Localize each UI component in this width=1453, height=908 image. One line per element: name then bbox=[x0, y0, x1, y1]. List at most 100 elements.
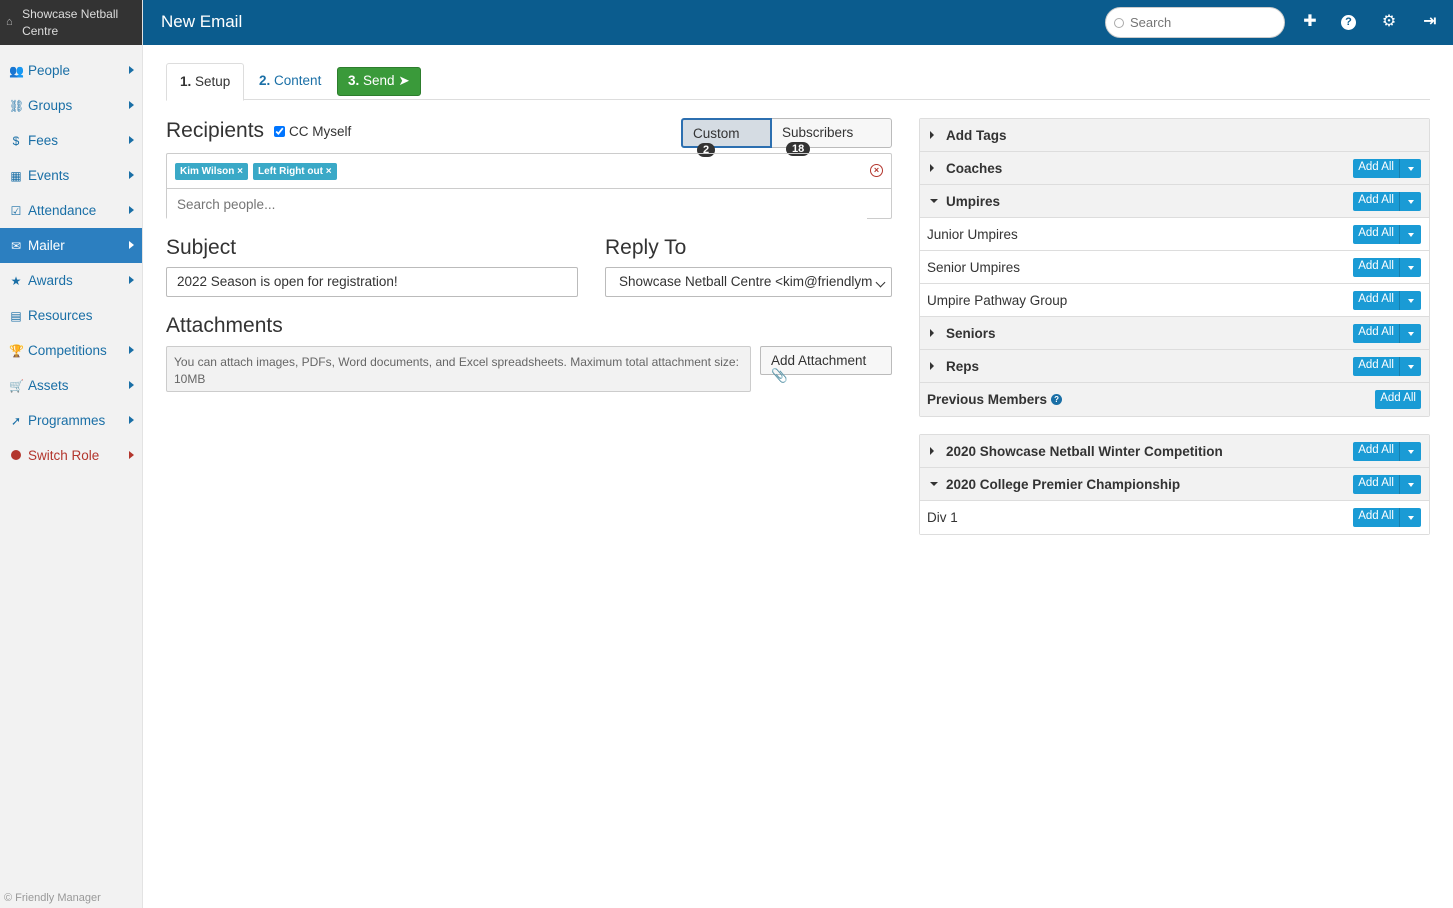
caret-right-icon bbox=[930, 164, 934, 172]
people-icon: 👥 bbox=[9, 63, 24, 78]
page-title: New Email bbox=[161, 12, 243, 31]
add-all-button[interactable]: Add All bbox=[1353, 442, 1421, 461]
attachments-heading: Attachments bbox=[166, 314, 283, 337]
film-icon: ▤ bbox=[10, 308, 22, 323]
caret-down-icon bbox=[930, 482, 938, 486]
caret-right-icon bbox=[129, 101, 134, 109]
cc-myself-checkbox[interactable] bbox=[274, 126, 285, 137]
panel-row-umpires[interactable]: Umpires Add All bbox=[920, 185, 1429, 218]
dropdown-toggle[interactable] bbox=[1399, 324, 1421, 343]
add-all-button[interactable]: Add All bbox=[1353, 291, 1421, 310]
caret-right-icon bbox=[129, 171, 134, 179]
dropdown-toggle[interactable] bbox=[1399, 192, 1421, 211]
panel-row-add-tags[interactable]: Add Tags bbox=[920, 119, 1429, 152]
caret-right-icon bbox=[129, 346, 134, 354]
clear-recipients-icon[interactable]: × bbox=[870, 164, 883, 177]
dropdown-toggle[interactable] bbox=[1399, 357, 1421, 376]
caret-right-icon bbox=[129, 241, 134, 249]
tab-setup[interactable]: 1. Setup bbox=[166, 63, 245, 101]
footer-copyright: © Friendly Manager bbox=[4, 892, 101, 904]
dropdown-toggle[interactable] bbox=[1399, 225, 1421, 244]
cc-myself[interactable]: CC Myself bbox=[274, 124, 351, 139]
caret-right-icon bbox=[129, 416, 134, 424]
sidebar-item-attendance[interactable]: ☑ Attendance bbox=[0, 193, 142, 228]
sidebar-item-mailer[interactable]: ✉ Mailer bbox=[0, 228, 142, 263]
panel-row-senior-umpires: Senior Umpires Add All bbox=[920, 251, 1429, 284]
search-input[interactable] bbox=[1130, 15, 1270, 30]
add-all-button[interactable]: Add All bbox=[1375, 390, 1421, 409]
add-all-button[interactable]: Add All bbox=[1353, 357, 1421, 376]
competitions-panel: 2020 Showcase Netball Winter Competition… bbox=[919, 434, 1430, 535]
check-square-icon: ☑ bbox=[10, 203, 22, 218]
add-all-button[interactable]: Add All bbox=[1353, 324, 1421, 343]
sidebar-item-switch-role[interactable]: Switch Role bbox=[0, 438, 142, 473]
panel-row-coaches[interactable]: Coaches Add All bbox=[920, 152, 1429, 185]
panel-row-div-1: Div 1 Add All bbox=[920, 501, 1429, 534]
panel-row-college-championship[interactable]: 2020 College Premier Championship Add Al… bbox=[920, 468, 1429, 501]
sidebar-item-groups[interactable]: ⛓ Groups bbox=[0, 88, 142, 123]
add-all-button[interactable]: Add All bbox=[1353, 225, 1421, 244]
cart-icon: 🛒 bbox=[9, 378, 24, 393]
panel-row-reps[interactable]: Reps Add All bbox=[920, 350, 1429, 383]
dropdown-toggle[interactable] bbox=[1399, 291, 1421, 310]
logout-icon[interactable]: ⇥ bbox=[1420, 12, 1440, 32]
panel-row-seniors[interactable]: Seniors Add All bbox=[920, 317, 1429, 350]
caret-down-icon bbox=[930, 199, 938, 203]
reply-to-select[interactable]: Showcase Netball Centre <kim@friendlym bbox=[605, 267, 892, 297]
sidebar-item-awards[interactable]: ★ Awards bbox=[0, 263, 142, 298]
help-icon[interactable]: ? bbox=[1341, 15, 1356, 30]
tab-send[interactable]: 3. Send ➤ bbox=[337, 67, 421, 96]
subscribers-toggle[interactable]: Subscribers18 bbox=[772, 118, 892, 156]
rocket-icon: ➚ bbox=[10, 413, 22, 428]
sidebar-item-resources[interactable]: ▤ Resources bbox=[0, 298, 142, 333]
add-all-button[interactable]: Add All bbox=[1353, 475, 1421, 494]
tab-content[interactable]: 2. Content bbox=[246, 63, 334, 100]
search-box[interactable] bbox=[1105, 7, 1285, 38]
gear-icon[interactable]: ⚙ bbox=[1379, 12, 1399, 32]
add-all-button[interactable]: Add All bbox=[1353, 508, 1421, 527]
dropdown-toggle[interactable] bbox=[1399, 442, 1421, 461]
recipients-box: Kim Wilson × Left Right out × × bbox=[166, 153, 892, 219]
sidebar-item-events[interactable]: ▦ Events bbox=[0, 158, 142, 193]
add-all-button[interactable]: Add All bbox=[1353, 159, 1421, 178]
subject-heading: Subject bbox=[166, 236, 237, 259]
help-icon[interactable]: ? bbox=[1051, 394, 1063, 405]
brand[interactable]: ⌂ Showcase Netball Centre bbox=[0, 0, 142, 45]
sidebar-item-assets[interactable]: 🛒 Assets bbox=[0, 368, 142, 403]
caret-right-icon bbox=[930, 131, 934, 139]
wizard-tabs: 1. Setup 2. Content 3. Send ➤ bbox=[166, 63, 1430, 101]
groups-panel: Add Tags Coaches Add All Umpires Add All… bbox=[919, 118, 1430, 417]
selected-recipients: Kim Wilson × Left Right out × × bbox=[167, 154, 891, 189]
sidebar-item-competitions[interactable]: 🏆 Competitions bbox=[0, 333, 142, 368]
caret-right-icon bbox=[129, 66, 134, 74]
recipient-tag[interactable]: Kim Wilson × bbox=[175, 162, 248, 180]
dropdown-toggle[interactable] bbox=[1399, 508, 1421, 527]
panel-row-umpire-pathway: Umpire Pathway Group Add All bbox=[920, 284, 1429, 317]
dropdown-toggle[interactable] bbox=[1399, 475, 1421, 494]
custom-toggle[interactable]: Custom2 bbox=[681, 118, 772, 157]
caret-right-icon bbox=[129, 381, 134, 389]
sidebar-nav: 👥 People ⛓ Groups $ Fees ▦ Events ☑ Attendanc… bbox=[0, 53, 142, 473]
dropdown-toggle[interactable] bbox=[1399, 159, 1421, 178]
reply-to-heading: Reply To bbox=[605, 236, 687, 259]
sidebar: ⌂ Showcase Netball Centre 👥 People ⛓ Group… bbox=[0, 0, 143, 908]
dropdown-toggle[interactable] bbox=[1399, 258, 1421, 277]
paper-plane-icon: ➤ bbox=[398, 73, 410, 88]
add-icon[interactable]: ✚ bbox=[1300, 12, 1320, 32]
sidebar-item-programmes[interactable]: ➚ Programmes bbox=[0, 403, 142, 438]
add-all-button[interactable]: Add All bbox=[1353, 258, 1421, 277]
recipient-tag[interactable]: Left Right out × bbox=[252, 162, 337, 180]
circle-icon bbox=[9, 449, 23, 463]
star-icon: ★ bbox=[10, 273, 22, 288]
search-icon bbox=[1114, 17, 1124, 28]
subject-input[interactable]: 2022 Season is open for registration! bbox=[166, 267, 578, 297]
add-attachment-button[interactable]: Add Attachment 📎 bbox=[760, 346, 892, 383]
groups-icon: ⛓ bbox=[9, 98, 25, 113]
sidebar-item-fees[interactable]: $ Fees bbox=[0, 123, 142, 158]
add-all-button[interactable]: Add All bbox=[1353, 192, 1421, 211]
dollar-icon: $ bbox=[12, 133, 20, 148]
search-people-input[interactable] bbox=[167, 189, 867, 219]
panel-row-winter-competition[interactable]: 2020 Showcase Netball Winter Competition… bbox=[920, 435, 1429, 468]
caret-right-icon bbox=[129, 136, 134, 144]
sidebar-item-people[interactable]: 👥 People bbox=[0, 53, 142, 88]
